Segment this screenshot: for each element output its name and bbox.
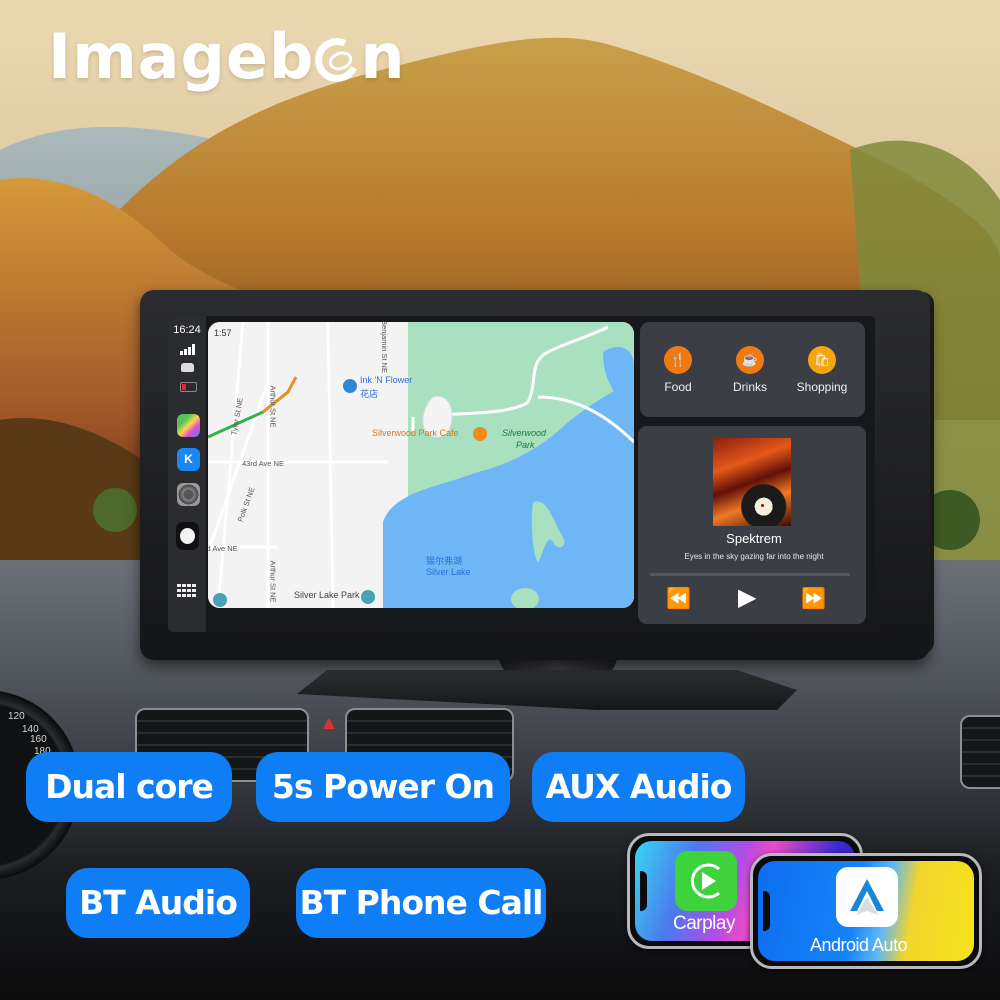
category-label: Shopping bbox=[796, 380, 848, 394]
category-label: Drinks bbox=[732, 380, 767, 394]
feature-badge-dual-core: Dual core bbox=[26, 752, 232, 822]
street-label: Arthur St NE bbox=[268, 560, 278, 603]
park-label: Park bbox=[516, 440, 535, 450]
android-auto-app-icon bbox=[836, 867, 898, 927]
maps-app-icon[interactable] bbox=[177, 414, 200, 437]
street-label: 43rd Ave NE bbox=[242, 459, 284, 468]
android-auto-phone-screen: Android Auto bbox=[758, 861, 974, 961]
shopping-bag-icon: 🛍 bbox=[808, 346, 836, 374]
carplay-play-icon bbox=[690, 863, 720, 899]
k-app-icon[interactable]: K bbox=[177, 448, 200, 471]
forward-button[interactable]: ⏩ bbox=[801, 586, 826, 611]
feature-badge-aux-audio: AUX Audio bbox=[532, 752, 745, 822]
category-drinks-button[interactable]: ☕ Drinks bbox=[715, 346, 785, 394]
logo-text-suffix: n bbox=[360, 20, 406, 93]
poi-label-cn: 花店 bbox=[360, 389, 379, 399]
home-button[interactable] bbox=[176, 522, 199, 550]
app-grid-icon[interactable] bbox=[177, 584, 197, 597]
park-label: Silverwood bbox=[502, 428, 547, 438]
signal-icon bbox=[180, 344, 196, 355]
street-label: Arthur St NE bbox=[268, 385, 278, 428]
status-time: 16:24 bbox=[173, 324, 201, 336]
street-label: Benjamin St NE bbox=[379, 322, 389, 373]
carplay-label: Carplay bbox=[673, 913, 735, 934]
feature-badge-power-on: 5s Power On bbox=[256, 752, 510, 822]
rewind-button[interactable]: ⏪ bbox=[666, 586, 691, 611]
eye-icon bbox=[309, 31, 366, 89]
lake-label-cn: 锡尔弗湖 bbox=[426, 556, 463, 566]
car-icon bbox=[181, 363, 194, 372]
logo-text-prefix: Imageb bbox=[48, 20, 315, 93]
song-subtitle: Eyes in the sky gazing far into the nigh… bbox=[684, 552, 824, 561]
coffee-cup-icon: ☕ bbox=[736, 346, 764, 374]
brand-logo: Imageb n bbox=[48, 20, 405, 93]
fork-knife-icon: 🍴 bbox=[664, 346, 692, 374]
android-auto-arrow-icon bbox=[850, 879, 884, 915]
play-button[interactable]: ▶ bbox=[738, 583, 756, 612]
carplay-screen: 16:24 K 1:57 Ink 'N Flower 花店 Silverwood… bbox=[168, 316, 875, 632]
poi-categories-panel: 🍴 Food ☕ Drinks 🛍 Shopping bbox=[640, 322, 865, 417]
settings-app-icon[interactable] bbox=[177, 483, 200, 506]
feature-badge-bt-phone-call: BT Phone Call bbox=[296, 868, 546, 938]
carplay-sidebar: 16:24 K bbox=[168, 316, 206, 632]
phone-notch bbox=[640, 871, 647, 911]
gauge-tick: 120 bbox=[8, 711, 25, 722]
map-view[interactable]: 1:57 Ink 'N Flower 花店 Silverwood Park Ca… bbox=[208, 322, 634, 608]
poi-label[interactable]: Silverwood Park Cafe bbox=[372, 428, 459, 438]
phone-notch bbox=[763, 891, 770, 931]
hazard-button-icon bbox=[323, 718, 335, 729]
gauge-tick: 160 bbox=[30, 734, 47, 745]
album-art bbox=[713, 438, 791, 526]
category-label: Food bbox=[664, 380, 692, 394]
product-scene: 120 140 160 180 Imagebn 16:24 K bbox=[0, 0, 1000, 1000]
air-vent-right bbox=[960, 715, 1000, 789]
playback-progress-bar[interactable] bbox=[650, 573, 850, 576]
song-title: Spektrem bbox=[726, 531, 782, 546]
street-label: 42nd Ave NE bbox=[208, 544, 238, 553]
carplay-app-icon bbox=[675, 851, 737, 911]
battery-icon bbox=[180, 382, 197, 392]
map-status-time: 1:57 bbox=[214, 328, 232, 338]
now-playing-panel: Spektrem Eyes in the sky gazing far into… bbox=[638, 426, 866, 624]
category-shopping-button[interactable]: 🛍 Shopping bbox=[787, 346, 857, 394]
android-auto-phone: Android Auto bbox=[750, 853, 982, 969]
category-food-button[interactable]: 🍴 Food bbox=[643, 346, 713, 394]
feature-badge-bt-audio: BT Audio bbox=[66, 868, 250, 938]
lake-label: Silver Lake bbox=[426, 567, 471, 577]
poi-label[interactable]: Silver Lake Park bbox=[294, 590, 360, 600]
android-auto-label: Android Auto bbox=[810, 935, 908, 955]
poi-label[interactable]: Ink 'N Flower bbox=[360, 375, 412, 385]
